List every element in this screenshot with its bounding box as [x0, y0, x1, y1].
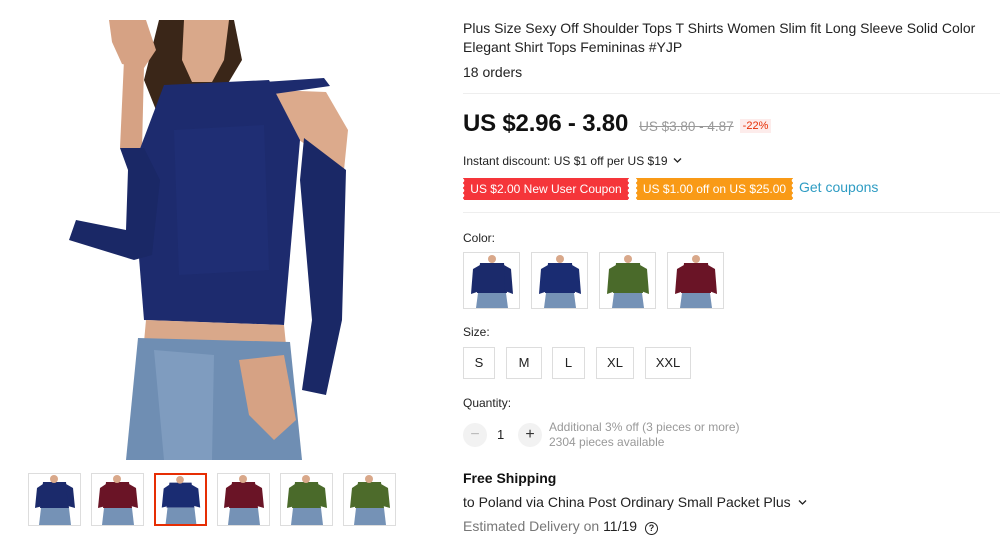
size-option-l[interactable]: L	[552, 347, 585, 379]
shipping-destination-text: to Poland via China Post Ordinary Small …	[463, 494, 791, 510]
thumbnail-6[interactable]	[343, 473, 396, 526]
color-swatch-4[interactable]	[667, 252, 724, 309]
size-label: Size:	[463, 325, 490, 339]
quantity-label: Quantity:	[463, 396, 512, 410]
chevron-down-icon	[673, 158, 682, 163]
estimated-delivery: Estimated Delivery on 11/19 ?	[463, 518, 658, 535]
quantity-increase-button[interactable]: +	[518, 423, 542, 447]
help-icon[interactable]: ?	[644, 522, 658, 535]
quantity-notes: Additional 3% off (3 pieces or more) 230…	[549, 420, 740, 450]
product-title: Plus Size Sexy Off Shoulder Tops T Shirt…	[463, 20, 976, 55]
size-option-xxl[interactable]: XXL	[645, 347, 691, 379]
quantity-decrease-button[interactable]: −	[463, 423, 487, 447]
size-option-xl[interactable]: XL	[596, 347, 634, 379]
stock-available: 2304 pieces available	[549, 435, 665, 449]
shipping-title: Free Shipping	[463, 470, 557, 486]
main-product-image[interactable]	[64, 20, 354, 460]
chevron-down-icon	[798, 500, 806, 505]
bulk-discount-note: Additional 3% off (3 pieces or more)	[549, 420, 740, 434]
color-swatch-1[interactable]	[463, 252, 520, 309]
thumbnail-4[interactable]	[217, 473, 270, 526]
current-price: US $2.96 - 3.80	[463, 110, 629, 137]
size-option-m[interactable]: M	[506, 347, 542, 379]
price-row: US $2.96 - 3.80 US $3.80 - 4.87 -22%	[463, 110, 772, 138]
delivery-prefix: Estimated Delivery on	[463, 518, 600, 534]
divider	[463, 93, 1000, 94]
get-coupons-link[interactable]: Get coupons	[799, 179, 878, 195]
color-swatch-2[interactable]	[531, 252, 588, 309]
instant-discount-text: Instant discount: US $1 off per US $19	[463, 154, 668, 168]
original-price: US $3.80 - 4.87	[639, 119, 734, 134]
size-option-s[interactable]: S	[463, 347, 495, 379]
instant-discount[interactable]: Instant discount: US $1 off per US $19	[463, 154, 682, 168]
store-coupon[interactable]: US $1.00 off on US $25.00	[635, 178, 793, 200]
thumbnail-1[interactable]	[28, 473, 81, 526]
thumbnail-3-selected[interactable]	[154, 473, 207, 526]
new-user-coupon[interactable]: US $2.00 New User Coupon	[462, 178, 629, 200]
color-swatch-3[interactable]	[599, 252, 656, 309]
order-count: 18 orders	[463, 64, 523, 80]
thumbnail-2[interactable]	[91, 473, 144, 526]
shipping-destination[interactable]: to Poland via China Post Ordinary Small …	[463, 494, 807, 510]
color-label: Color:	[463, 231, 496, 245]
delivery-date: 11/19	[603, 518, 638, 534]
thumbnail-5[interactable]	[280, 473, 333, 526]
divider	[463, 212, 1000, 213]
product-info: Plus Size Sexy Off Shoulder Tops T Shirt…	[462, 0, 1000, 549]
quantity-value[interactable]: 1	[497, 427, 504, 442]
discount-badge: -22%	[739, 119, 772, 133]
